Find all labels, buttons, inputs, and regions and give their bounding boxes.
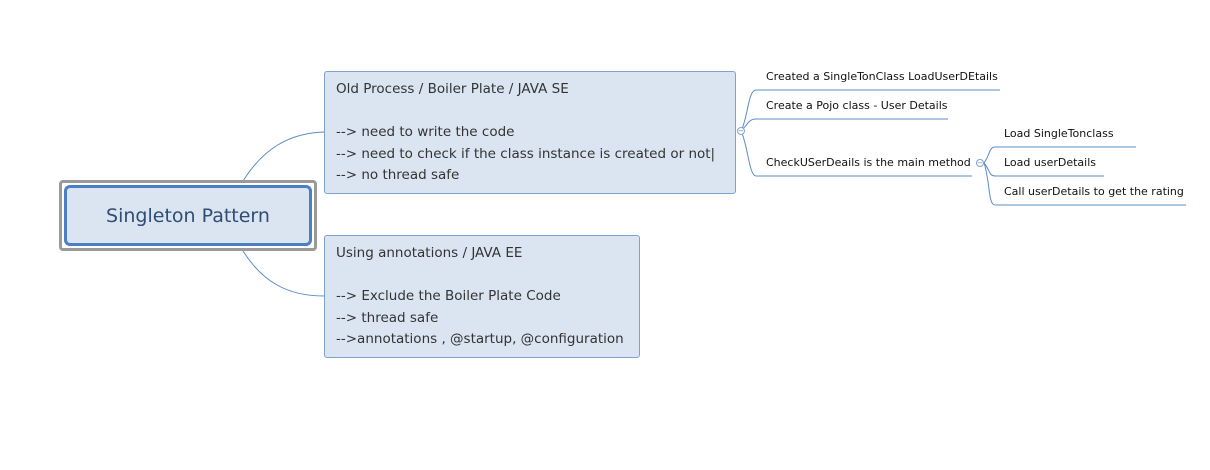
subtopic-singleton-class[interactable]: Created a SingleTonClass LoadUserDEtails <box>766 70 998 83</box>
connector-se-to-sub2 <box>740 118 948 132</box>
subtopic-call-user-details[interactable]: Call userDetails to get the rating <box>1004 185 1184 198</box>
topic-java-ee[interactable]: Using annotations / JAVA EE --> Exclude … <box>324 235 640 358</box>
collapse-toggle-sub3[interactable]: − <box>976 159 984 167</box>
minus-circle-icon: − <box>977 159 983 167</box>
topic-title: Using annotations / JAVA EE <box>336 245 523 261</box>
topic-java-se[interactable]: Old Process / Boiler Plate / JAVA SE -->… <box>324 71 736 194</box>
topic-line: --> Exclude the Boiler Plate Code <box>336 288 561 304</box>
topic-spacer <box>336 101 724 123</box>
central-topic-label: Singleton Pattern <box>106 204 270 227</box>
topic-line: --> thread safe <box>336 309 439 326</box>
subtopic-load-singleton[interactable]: Load SingleTonclass <box>1004 127 1114 140</box>
connector-central-to-se <box>239 131 325 187</box>
connector-se-to-sub3 <box>740 130 972 177</box>
topic-line: --> no thread safe <box>336 167 460 183</box>
topic-line: --> need to check if the class instance … <box>336 145 716 162</box>
subtopic-main-method[interactable]: CheckUSerDeails is the main method <box>766 156 971 169</box>
collapse-toggle-se[interactable]: − <box>737 127 745 135</box>
minus-circle-icon: − <box>738 127 744 135</box>
subtopic-load-user-details[interactable]: Load userDetails <box>1004 156 1096 169</box>
topic-title: Old Process / Boiler Plate / JAVA SE <box>336 81 569 97</box>
central-topic[interactable]: Singleton Pattern <box>64 185 312 246</box>
topic-line: --> need to write the code <box>336 124 515 140</box>
subtopic-pojo-class[interactable]: Create a Pojo class - User Details <box>766 99 948 112</box>
topic-spacer <box>336 265 628 287</box>
topic-line: -->annotations , @startup, @configuratio… <box>336 331 624 347</box>
connector-central-to-ee <box>239 245 325 297</box>
connector-sub3-to-n3 <box>983 162 1186 206</box>
